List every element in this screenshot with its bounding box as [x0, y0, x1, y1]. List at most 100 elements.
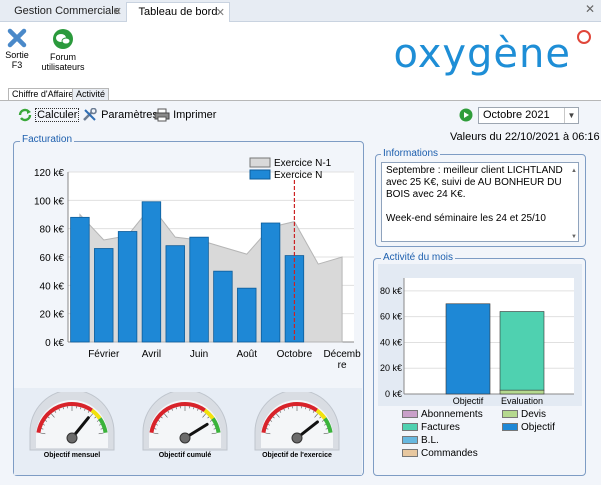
x-tick-label: Août — [236, 349, 257, 360]
legend-swatch — [249, 169, 271, 180]
bar-exercice-n — [165, 245, 185, 343]
y-tick-label: 80 k€ — [380, 286, 402, 296]
activite-chart: 0 k€ 20 k€ 40 k€ 60 k€ 80 k€ Objectif Evaluati… — [378, 264, 582, 406]
legend-label: Objectif — [521, 422, 555, 433]
bar-exercice-n — [141, 201, 162, 343]
tab-gestion-commerciale[interactable]: Gestion Commerciale ✕ — [8, 2, 126, 22]
subtab-activite[interactable]: Activité — [72, 88, 110, 100]
activite-title: Activité du mois — [381, 252, 456, 263]
y-tick-label: 0 k€ — [385, 389, 402, 399]
calculate-button[interactable]: Calculer — [18, 107, 80, 122]
bar-exercice-n — [284, 255, 305, 343]
close-icon[interactable]: ✕ — [113, 5, 122, 18]
forum-label: Forum — [49, 52, 76, 62]
gauge-hub — [291, 432, 303, 444]
print-label: Imprimer — [173, 108, 217, 121]
forum-chat-icon — [53, 29, 73, 49]
info-paragraph: Week-end séminaire les 24 et 25/10 — [386, 213, 546, 224]
bar-exercice-n — [260, 222, 281, 343]
window-close-icon[interactable]: ✕ — [585, 2, 595, 16]
gauge-hub — [179, 432, 191, 444]
bar-exercice-n — [70, 216, 90, 343]
x-tick-label: Décemb — [323, 349, 361, 360]
calculate-label: Calculer — [35, 107, 80, 122]
close-x-icon — [7, 28, 27, 48]
scroll-up-icon[interactable]: ▲ — [571, 165, 577, 177]
legend-label: Devis — [521, 409, 547, 420]
values-date: Valeurs du 22/10/2021 à 06:16 — [450, 131, 600, 143]
stacked-bar-segment — [445, 303, 491, 395]
y-tick-label: 60 k€ — [380, 312, 402, 322]
bar-exercice-n — [117, 231, 138, 343]
y-tick-label: 100 k€ — [34, 196, 64, 207]
legend-label: Factures — [421, 422, 460, 433]
legend-swatch — [502, 410, 518, 419]
legend-label: Abonnements — [421, 409, 483, 420]
tab-tableau-de-bord[interactable]: Tableau de bord ✕ — [126, 2, 230, 22]
exit-label: Sortie — [5, 50, 29, 60]
legend-label: Commandes — [421, 448, 478, 459]
x-tick-label: Octobre — [277, 349, 313, 360]
x-tick-label: Avril — [142, 349, 161, 360]
informations-title: Informations — [381, 148, 441, 159]
legend-commandes: Commandes — [402, 448, 478, 459]
chevron-down-icon: ▼ — [564, 108, 578, 123]
close-icon[interactable]: ✕ — [216, 6, 225, 19]
exit-shortcut: F3 — [11, 60, 23, 70]
forum-button[interactable]: Forum utilisateurs — [40, 28, 86, 72]
oxygene-logo: oxygène — [393, 31, 571, 77]
y-tick-label: 40 k€ — [380, 337, 402, 347]
x-tick-label: Février — [88, 349, 120, 360]
facturation-title: Facturation — [20, 134, 75, 145]
subtab-chiffre-affaires[interactable]: Chiffre d'Affaires — [8, 88, 82, 100]
y-tick-label: 120 k€ — [34, 168, 64, 179]
gauge-hub — [66, 432, 78, 444]
legend-objectif: Objectif — [502, 422, 555, 433]
bar-exercice-n — [213, 270, 233, 343]
scroll-down-icon[interactable]: ▼ — [571, 231, 577, 241]
printer-icon — [154, 108, 170, 122]
legend-swatch — [402, 436, 418, 445]
legend-swatch — [502, 423, 518, 432]
bar-exercice-n — [94, 248, 114, 343]
stacked-bar-segment — [499, 311, 545, 391]
y-tick-label: 20 k€ — [40, 310, 65, 321]
y-tick-label: 80 k€ — [40, 225, 65, 236]
legend-label: B.L. — [421, 435, 439, 446]
x-tick-label: re — [338, 360, 347, 371]
bar-exercice-n — [189, 236, 209, 343]
gauge-label: Objectif de l'exercice — [262, 452, 332, 459]
play-icon[interactable] — [459, 108, 473, 122]
legend-factures: Factures — [402, 422, 460, 433]
bar-exercice-n — [237, 287, 257, 343]
settings-button[interactable]: Paramètres — [82, 107, 158, 122]
settings-label: Paramètres — [101, 108, 158, 121]
info-paragraph: Septembre : meilleur client LICHTLAND av… — [386, 165, 563, 200]
tools-icon — [83, 107, 97, 121]
gauge-label: Objectif mensuel — [43, 452, 101, 459]
logo-badge-icon — [577, 30, 591, 44]
exit-button[interactable]: Sortie F3 — [2, 28, 32, 70]
legend-abonnements: Abonnements — [402, 409, 483, 420]
print-button[interactable]: Imprimer — [154, 108, 216, 122]
y-tick-label: 0 k€ — [45, 338, 64, 349]
legend-label: Exercice N-1 — [274, 158, 332, 169]
gauge-label: Objectif cumulé — [158, 452, 212, 459]
period-select[interactable]: Octobre 2021 ▼ — [478, 107, 579, 124]
refresh-icon — [18, 108, 32, 122]
x-tick-label: Evaluation — [501, 396, 543, 406]
legend-label: Exercice N — [274, 170, 322, 181]
legend-swatch — [402, 410, 418, 419]
x-tick-label: Objectif — [453, 396, 484, 406]
facturation-chart: 0 k€ 20 k€ 40 k€ 60 k€ 80 k€ 100 k€ 120 k€ Févr… — [34, 157, 361, 371]
y-tick-label: 40 k€ — [40, 281, 65, 292]
y-tick-label: 20 k€ — [380, 363, 402, 373]
legend-swatch — [249, 157, 271, 168]
forum-label-sub: utilisateurs — [41, 62, 85, 72]
stacked-bar-segment — [499, 389, 545, 395]
tab-label: Gestion Commerciale — [14, 5, 120, 17]
legend-devis: Devis — [502, 409, 546, 420]
x-tick-label: Juin — [190, 349, 208, 360]
legend-swatch — [402, 423, 418, 432]
informations-text[interactable]: Septembre : meilleur client LICHTLAND av… — [381, 162, 579, 242]
